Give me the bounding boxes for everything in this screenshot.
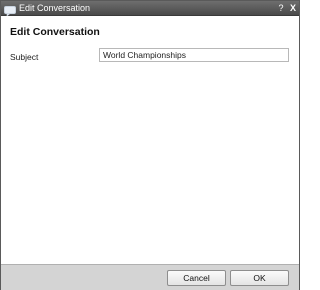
ok-button[interactable]: OK	[230, 270, 289, 286]
dialog-titlebar[interactable]: Edit Conversation ? X	[1, 1, 299, 17]
help-button[interactable]: ?	[276, 2, 286, 14]
close-button[interactable]: X	[288, 2, 298, 14]
dialog-footer: Cancel OK	[1, 264, 299, 290]
form-heading: Edit Conversation	[10, 26, 100, 38]
subject-input[interactable]	[99, 48, 289, 62]
chat-bubble-icon	[4, 3, 16, 17]
subject-label: Subject	[10, 52, 39, 62]
edit-conversation-dialog: Edit Conversation ? X Edit Conversation …	[0, 0, 300, 290]
dialog-title: Edit Conversation	[19, 3, 91, 13]
cancel-button[interactable]: Cancel	[167, 270, 226, 286]
